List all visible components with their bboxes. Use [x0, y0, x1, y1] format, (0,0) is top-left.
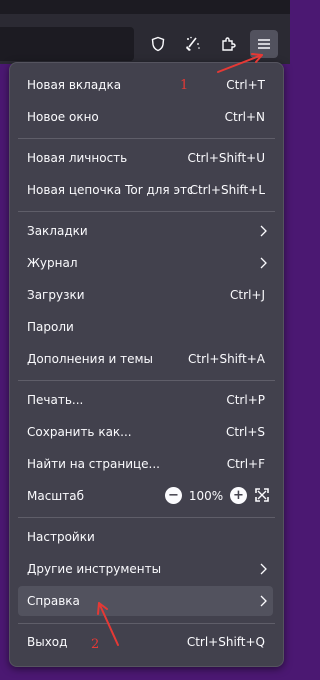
menu-item-new-window[interactable]: Новое окно Ctrl+N [18, 103, 273, 131]
tabs-dropdown-icon[interactable] [86, 0, 98, 8]
menu-item-bookmarks[interactable]: Закладки [18, 217, 273, 245]
annotation-step-2: 2 [91, 637, 100, 652]
menu-item-passwords[interactable]: Пароли [18, 313, 273, 341]
menu-item-new-identity[interactable]: Новая личность Ctrl+Shift+U [18, 144, 273, 172]
menu-item-save-as[interactable]: Сохранить как... Ctrl+S [18, 418, 273, 446]
menu-separator [18, 138, 275, 139]
menu-separator [18, 380, 275, 381]
menu-item-zoom: Масштаб − 100% + [18, 482, 273, 510]
hamburger-menu-icon [257, 37, 271, 51]
chevron-right-icon [259, 563, 267, 578]
menu-item-new-tor-circuit[interactable]: Новая цепочка Tor для этог... Ctrl+Shift… [18, 176, 273, 204]
chevron-right-icon [259, 257, 267, 272]
close-icon[interactable] [268, 0, 280, 8]
menu-item-new-tab[interactable]: Новая вкладка Ctrl+T [18, 71, 273, 99]
menu-item-downloads[interactable]: Загрузки Ctrl+J [18, 281, 273, 309]
menu-separator [18, 211, 275, 212]
menu-separator [18, 623, 275, 624]
extensions-button[interactable] [214, 30, 242, 58]
window-titlebar [0, 0, 290, 14]
menu-item-find-in-page[interactable]: Найти на странице... Ctrl+F [18, 450, 273, 478]
menu-item-help[interactable]: Справка [18, 586, 273, 616]
menu-item-settings[interactable]: Настройки [18, 523, 273, 551]
customize-button[interactable] [179, 30, 207, 58]
url-bar[interactable] [0, 27, 134, 61]
tracking-protection-button[interactable] [144, 30, 172, 58]
zoom-reset-button[interactable]: 100% [182, 489, 230, 503]
annotation-step-1: 1 [180, 78, 189, 93]
minimize-icon[interactable] [150, 0, 162, 8]
shield-icon [150, 36, 166, 52]
sparkle-broom-icon [184, 35, 202, 53]
app-menu-panel: Новая вкладка Ctrl+T Новое окно Ctrl+N Н… [9, 62, 284, 667]
fullscreen-button[interactable] [252, 486, 272, 506]
menu-item-exit[interactable]: Выход Ctrl+Shift+Q [18, 628, 273, 656]
app-menu-button[interactable] [250, 30, 278, 58]
fullscreen-icon [255, 487, 269, 505]
menu-item-more-tools[interactable]: Другие инструменты [18, 555, 273, 583]
maximize-icon[interactable] [213, 0, 225, 8]
navigation-toolbar [0, 14, 290, 64]
zoom-in-button[interactable]: + [230, 487, 247, 504]
menu-separator [18, 517, 275, 518]
zoom-controls: − 100% + [165, 487, 247, 504]
puzzle-icon [220, 36, 236, 52]
chevron-right-icon [259, 225, 267, 240]
menu-item-addons-themes[interactable]: Дополнения и темы Ctrl+Shift+A [18, 345, 273, 373]
menu-item-history[interactable]: Журнал [18, 249, 273, 277]
zoom-out-button[interactable]: − [165, 487, 182, 504]
chevron-right-icon [259, 595, 267, 610]
menu-item-print[interactable]: Печать... Ctrl+P [18, 386, 273, 414]
